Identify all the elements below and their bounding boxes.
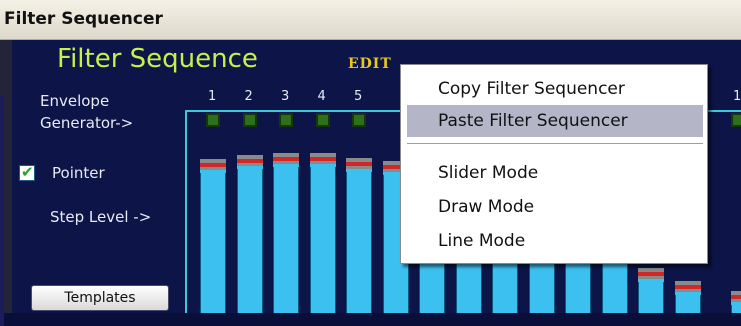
step-level-handle[interactable] [273,153,299,167]
menu-item-line-mode[interactable]: Line Mode [401,225,707,257]
edit-label[interactable]: EDIT [348,56,392,72]
step-level-handle[interactable] [200,159,226,173]
step-number: 4 [317,89,326,104]
title-bar[interactable]: Filter Sequencer [0,0,741,40]
menu-item-draw-mode[interactable]: Draw Mode [401,191,707,223]
window-title: Filter Sequencer [4,9,163,29]
step-level-handle[interactable] [309,153,336,167]
window-left-edge [0,40,12,326]
envelope-led[interactable] [279,113,293,127]
menu-separator [407,143,703,145]
step-level-handle[interactable] [236,155,263,169]
step-level-bar[interactable] [674,281,701,313]
envelope-led[interactable] [731,113,741,127]
menu-item-paste-filter-sequencer[interactable]: Paste Filter Sequencer [407,105,703,137]
step-level-bar[interactable] [273,153,299,313]
envelope-led[interactable] [206,113,220,127]
menu-item-slider-mode[interactable]: Slider Mode [401,157,707,189]
envelope-led[interactable] [352,113,366,127]
menu-item-copy-filter-sequencer[interactable]: Copy Filter Sequencer [401,73,707,105]
pointer-checkbox[interactable]: ✔ [19,163,35,181]
step-number: 5 [354,89,363,104]
step-number: 2 [244,89,253,104]
check-icon: ✔ [21,163,34,181]
panel-heading: Filter Sequence [57,44,258,74]
step-level-bar[interactable] [346,158,372,313]
step-number: 1 [208,89,217,104]
step-level-handle[interactable] [638,268,664,282]
step-level-bar[interactable] [731,291,741,313]
step-level-handle[interactable] [346,158,372,172]
step-level-bar[interactable] [638,268,664,313]
templates-button[interactable]: Templates [31,285,169,311]
envelope-led[interactable] [315,113,330,127]
envelope-label: Envelope Generator-> [40,92,134,132]
step-level-bar[interactable] [236,155,263,313]
context-menu: Copy Filter Sequencer Paste Filter Seque… [400,64,708,264]
step-level-handle[interactable] [674,281,701,295]
pointer-label: Pointer [52,164,105,182]
step-level-bar[interactable] [309,153,336,313]
step-level-handle[interactable] [731,291,741,305]
step-level-label: Step Level -> [50,208,152,226]
step-level-bar[interactable] [200,159,226,313]
step-number: 3 [281,89,290,104]
step-number-partial: 1 [733,89,741,104]
envelope-led[interactable] [242,113,257,127]
